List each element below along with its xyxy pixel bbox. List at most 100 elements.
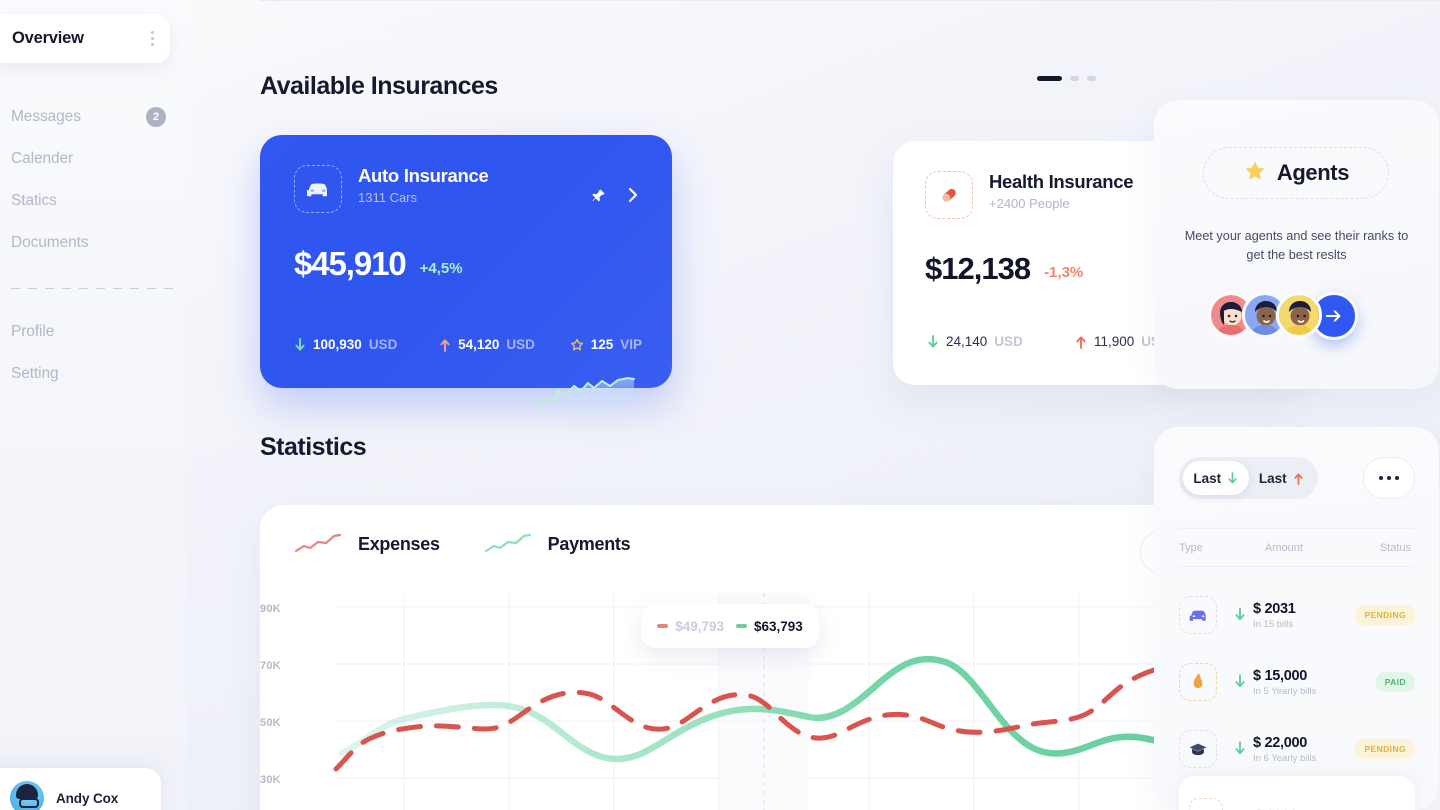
row-amount-group: $ 15,000 In 5 Yearly bills [1217, 667, 1376, 697]
stat-value: 100,930 [313, 337, 362, 352]
stat-value: 54,120 [458, 337, 500, 352]
amount-row: $45,910 +4,5% [294, 247, 638, 280]
stat-incoming: 24,140 USD [927, 334, 1075, 349]
auto-insurance-card[interactable]: Auto Insurance 1311 Cars $45,910 +4,5% 1… [260, 135, 672, 417]
sidebar-item-label: Calender [11, 150, 74, 167]
tooltip-expenses-swatch [657, 624, 669, 628]
row-subtitle: In 5 Yearly bills [1253, 685, 1317, 697]
sidebar: Overview Messages 2 Calender Statics Doc… [0, 0, 186, 810]
chart-tooltip: $49,793 $63,793 [641, 604, 819, 648]
more-options-button[interactable] [1363, 457, 1415, 499]
table-row[interactable]: $ 15,000 In 5 Yearly bills PAID [1179, 648, 1415, 715]
user-profile-card[interactable]: Andy Cox [0, 768, 161, 810]
sidebar-item-profile[interactable]: Profile [0, 311, 186, 353]
legend-label: Payments [547, 533, 631, 554]
table-row[interactable]: $ 22,000 In 6 Yearly bills PENDING [1179, 715, 1415, 782]
graduation-cap-icon [1179, 729, 1217, 768]
change-percent: +4,5% [419, 260, 463, 277]
legend-payments[interactable]: Payments [484, 533, 631, 555]
sidebar-item-label: Setting [11, 365, 59, 382]
chart-legend: Expenses Payments [294, 533, 1272, 555]
carousel-dots[interactable] [1037, 76, 1096, 81]
arrow-right-icon [1325, 310, 1341, 322]
table-row-partial[interactable]: $ 0000 [1179, 776, 1415, 810]
card-title-group: Auto Insurance 1311 Cars [358, 165, 489, 206]
sidebar-item-label: Overview [12, 29, 84, 47]
legend-label: Expenses [358, 533, 440, 554]
y-tick-70k: 70K [260, 660, 281, 672]
pin-icon[interactable] [591, 188, 606, 208]
change-percent: -1,3% [1044, 264, 1084, 281]
sidebar-divider [11, 288, 175, 289]
star-icon [1243, 159, 1267, 188]
carousel-dot-3[interactable] [1087, 76, 1096, 81]
y-tick-30k: 30K [260, 774, 281, 786]
legend-expenses[interactable]: Expenses [294, 533, 440, 555]
row-subtitle: In 6 Yearly bills [1253, 752, 1317, 764]
user-name: Andy Cox [56, 790, 119, 806]
stat-incoming: 100,930 USD [294, 337, 439, 352]
more-horizontal-icon [1379, 476, 1383, 480]
sidebar-item-statics[interactable]: Statics [0, 180, 186, 222]
stat-unit: USD [506, 337, 535, 352]
y-tick-90k: 90K [260, 603, 281, 615]
arrow-down-icon [928, 334, 938, 348]
sidebar-item-setting[interactable]: Setting [0, 353, 186, 395]
payments-sparkline-icon [484, 533, 531, 553]
chevron-right-icon[interactable] [628, 187, 638, 208]
row-amount: $ 15,000 [1253, 667, 1308, 684]
carousel-dot-2[interactable] [1070, 76, 1079, 81]
stat-unit: VIP [620, 337, 642, 352]
tooltip-expenses-value: $49,793 [675, 618, 724, 634]
sidebar-nav: Messages 2 Calender Statics Documents Pr… [0, 96, 186, 395]
status-badge: PENDING [1355, 738, 1415, 759]
sidebar-item-overview[interactable]: Overview [0, 14, 170, 63]
sidebar-item-documents[interactable]: Documents [0, 222, 186, 264]
arrow-up-icon [1293, 472, 1303, 485]
column-header-amount: Amount [1265, 541, 1303, 554]
agent-avatar-3[interactable] [1276, 292, 1322, 338]
card-subtitle: +2400 People [989, 196, 1070, 212]
card-title: Auto Insurance [358, 165, 489, 186]
agents-title: Agents [1276, 160, 1350, 185]
sidebar-item-label: Statics [11, 192, 57, 209]
table-row[interactable]: $ 2031 In 15 bills PENDING [1179, 581, 1415, 648]
sidebar-item-label: Messages [11, 108, 81, 125]
expenses-sparkline-icon [294, 533, 342, 553]
row-amount-group: $ 22,000 In 6 Yearly bills [1217, 734, 1355, 764]
car-icon [1179, 595, 1217, 634]
auto-sparkline-chart [536, 376, 636, 417]
tooltip-payments-swatch [736, 624, 747, 628]
sidebar-item-calender[interactable]: Calender [0, 138, 186, 180]
sort-last-asc-button[interactable]: Last [1249, 461, 1315, 495]
sort-last-desc-button[interactable]: Last [1183, 461, 1249, 495]
arrow-down-icon [1235, 674, 1245, 688]
agents-description: Meet your agents and see their ranks to … [1184, 229, 1409, 263]
stat-unit: USD [994, 334, 1023, 349]
arrow-down-icon [1235, 741, 1245, 755]
tooltip-payments: $63,793 [736, 619, 803, 634]
sort-toggle-group[interactable]: Last Last [1179, 457, 1318, 499]
amount-value: $12,138 [925, 251, 1031, 286]
statistics-chart-card: Expenses Payments Monthly 90K 70K 50K 30… [260, 505, 1306, 810]
sidebar-item-label: Profile [11, 323, 55, 340]
kebab-menu-icon[interactable] [151, 31, 154, 46]
agents-panel: Agents Meet your agents and see their ra… [1154, 100, 1439, 389]
transactions-panel: Last Last Type Amount Status $ 2031 In 1… [1154, 427, 1439, 810]
stat-outgoing: 54,120 USD [439, 337, 570, 352]
transactions-table-header: Type Amount Status [1179, 528, 1415, 567]
avatar [10, 781, 44, 810]
stat-value: 24,140 [946, 334, 988, 349]
sidebar-item-messages[interactable]: Messages 2 [0, 96, 186, 138]
stat-unit: USD [368, 337, 398, 352]
amount-value: $45,910 [294, 245, 407, 282]
agents-avatar-stack[interactable] [1208, 292, 1358, 340]
column-header-status: Status [1379, 541, 1411, 554]
arrow-down-icon [1235, 607, 1245, 621]
carousel-dot-1[interactable] [1037, 76, 1062, 81]
card-title-group: Health Insurance +2400 People [989, 171, 1134, 212]
card-subtitle: 1311 Cars [358, 190, 418, 206]
agents-title-pill: Agents [1203, 147, 1389, 199]
flame-icon [1179, 662, 1217, 701]
status-badge: 2 [146, 107, 166, 127]
